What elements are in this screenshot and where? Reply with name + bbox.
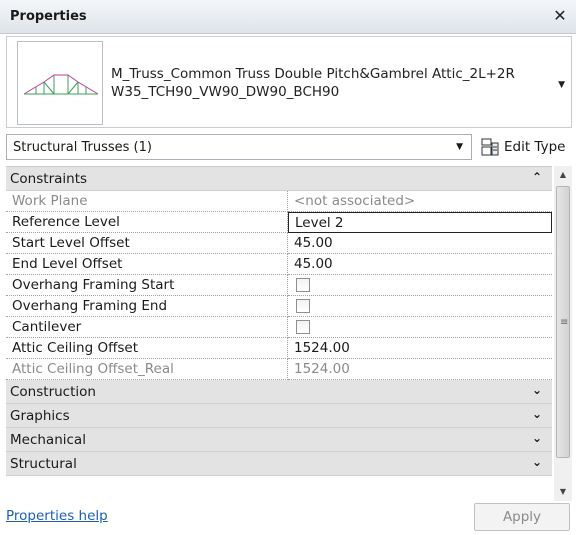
prop-value-cell (288, 317, 552, 338)
apply-button[interactable]: Apply (474, 503, 570, 531)
group-construction[interactable]: Construction ⌄ (6, 380, 552, 404)
prop-row-reference-level[interactable]: Reference Level Level 2 (6, 212, 552, 233)
edit-type-label: Edit Type (504, 139, 566, 155)
group-label: Constraints (10, 171, 88, 187)
prop-name: Overhang Framing Start (6, 275, 288, 296)
type-name: M_Truss_Common Truss Double Pitch&Gambre… (111, 65, 531, 101)
prop-name: Start Level Offset (6, 233, 288, 254)
group-graphics[interactable]: Graphics ⌄ (6, 404, 552, 428)
vertical-scrollbar[interactable]: ▲ ≡ ▼ (554, 166, 572, 501)
group-label: Graphics (10, 408, 70, 424)
prop-value-cell (288, 296, 552, 317)
group-structural[interactable]: Structural ⌄ (6, 452, 552, 476)
properties-palette: Properties ✕ M_Truss_Common Truss Double… (0, 0, 576, 535)
overhang-framing-end-checkbox[interactable] (296, 299, 310, 313)
expand-chevron-icon[interactable]: ⌄ (532, 431, 542, 445)
truss-preview-icon (23, 74, 99, 95)
edit-type-icon (481, 138, 499, 156)
attic-ceiling-offset-field[interactable]: 1524.00 (288, 338, 552, 359)
grip-icon: ≡ (560, 317, 569, 328)
cantilever-checkbox[interactable] (296, 320, 310, 334)
group-label: Construction (10, 384, 96, 400)
instance-filter-dropdown[interactable]: Structural Trusses (1) ▼ (6, 134, 472, 160)
chevron-down-icon: ▼ (456, 142, 463, 152)
reference-level-select[interactable]: Level 2 (288, 212, 552, 233)
properties-help-link[interactable]: Properties help (6, 508, 108, 524)
truss-thumbnail (17, 41, 103, 125)
prop-row-work-plane: Work Plane <not associated> (6, 191, 552, 212)
group-label: Mechanical (10, 432, 86, 448)
prop-name: Attic Ceiling Offset_Real (6, 359, 288, 380)
group-constraints[interactable]: Constraints ⌃ (6, 167, 552, 191)
start-level-offset-field[interactable]: 45.00 (288, 233, 552, 254)
prop-row-cantilever[interactable]: Cantilever (6, 317, 552, 338)
prop-name: End Level Offset (6, 254, 288, 275)
type-name-line1: M_Truss_Common Truss Double Pitch&Gambre… (111, 66, 515, 82)
triangle-down-icon[interactable]: ▼ (558, 80, 565, 90)
prop-name: Overhang Framing End (6, 296, 288, 317)
title-bar: Properties ✕ (0, 0, 576, 34)
prop-value: 1524.00 (288, 359, 552, 380)
scroll-down-icon[interactable]: ▼ (554, 483, 572, 501)
instance-filter-label: Structural Trusses (1) (13, 140, 152, 155)
group-mechanical[interactable]: Mechanical ⌄ (6, 428, 552, 452)
prop-row-overhang-framing-end[interactable]: Overhang Framing End (6, 296, 552, 317)
palette-title: Properties (10, 9, 87, 24)
expand-chevron-icon[interactable]: ⌄ (532, 383, 542, 397)
prop-name: Reference Level (6, 212, 288, 233)
prop-row-attic-ceiling-offset[interactable]: Attic Ceiling Offset 1524.00 (6, 338, 552, 359)
expand-chevron-icon[interactable]: ⌄ (532, 455, 542, 469)
property-grid: Constraints ⌃ Work Plane <not associated… (6, 166, 552, 501)
prop-row-attic-ceiling-offset-real: Attic Ceiling Offset_Real 1524.00 (6, 359, 552, 380)
prop-name: Attic Ceiling Offset (6, 338, 288, 359)
type-name-line2: W35_TCH90_VW90_DW90_BCH90 (111, 84, 340, 100)
prop-name: Work Plane (6, 191, 288, 212)
prop-value-cell (288, 275, 552, 296)
type-selector[interactable]: M_Truss_Common Truss Double Pitch&Gambre… (6, 36, 572, 128)
prop-row-end-level-offset[interactable]: End Level Offset 45.00 (6, 254, 552, 275)
prop-name: Cantilever (6, 317, 288, 338)
edit-type-button[interactable]: Edit Type (476, 134, 572, 160)
overhang-framing-start-checkbox[interactable] (296, 278, 310, 292)
group-label: Structural (10, 456, 77, 472)
palette-footer: Properties help Apply (0, 503, 576, 535)
prop-value: <not associated> (288, 191, 552, 212)
collapse-chevron-icon[interactable]: ⌃ (532, 170, 542, 184)
close-icon[interactable]: ✕ (550, 6, 570, 26)
scroll-thumb[interactable]: ≡ (556, 186, 570, 458)
scroll-up-icon[interactable]: ▲ (554, 166, 572, 184)
prop-row-start-level-offset[interactable]: Start Level Offset 45.00 (6, 233, 552, 254)
prop-row-overhang-framing-start[interactable]: Overhang Framing Start (6, 275, 552, 296)
expand-chevron-icon[interactable]: ⌄ (532, 407, 542, 421)
end-level-offset-field[interactable]: 45.00 (288, 254, 552, 275)
